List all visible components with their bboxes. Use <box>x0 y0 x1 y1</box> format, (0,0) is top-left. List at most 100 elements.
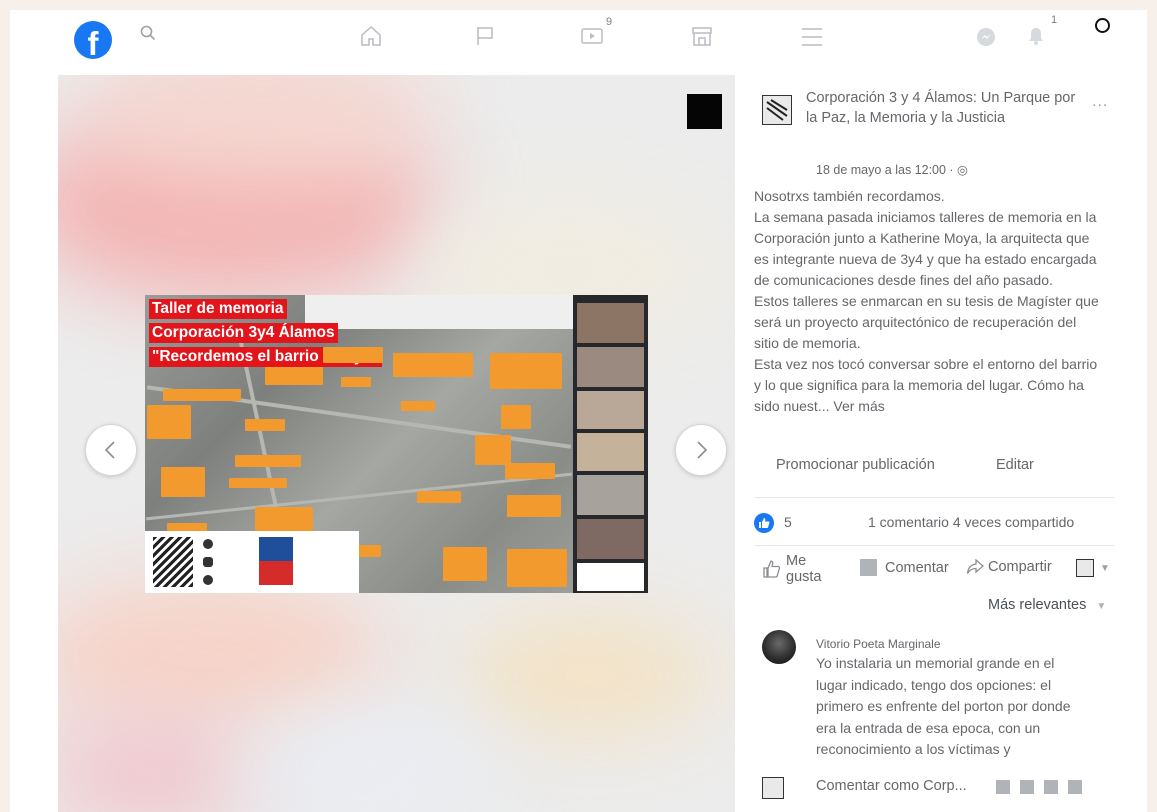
flag-icon[interactable] <box>473 24 497 53</box>
comment-icon <box>860 559 877 576</box>
map-label <box>507 495 561 517</box>
map-label <box>490 353 562 389</box>
like-button[interactable]: Me gusta <box>762 553 826 585</box>
marketplace-icon[interactable] <box>690 24 714 53</box>
like-reaction-icon[interactable] <box>754 513 774 533</box>
chevron-left-icon <box>104 441 115 459</box>
gif-icon[interactable] <box>1044 780 1058 794</box>
menu-icon[interactable] <box>800 26 824 53</box>
participant-video <box>577 347 644 387</box>
more-options-icon[interactable]: ... <box>1092 93 1108 111</box>
share-button[interactable]: Compartir <box>966 559 1052 575</box>
map-label <box>393 353 473 377</box>
post-text: Nosotrxs también recordamos. La semana p… <box>754 186 1099 417</box>
slide-logo-panel <box>145 531 359 593</box>
slide-title-line-1: Taller de memoria <box>149 299 287 319</box>
participant-video <box>577 391 644 429</box>
participant-video <box>577 433 644 471</box>
map-label <box>401 401 435 411</box>
watch-video-icon[interactable] <box>580 24 604 53</box>
app-frame: f 9 1 Taller de memoria Corporación 3y4 … <box>10 10 1147 812</box>
top-navigation-bar: f 9 1 <box>10 10 1147 74</box>
participant-video <box>577 519 644 559</box>
comment-label: Comentar <box>885 559 949 576</box>
post-paragraph: Estos talleres se enmarcan en su tesis d… <box>754 293 1099 351</box>
map-label <box>229 478 287 488</box>
emoji-icon[interactable] <box>996 780 1010 794</box>
page-mini-icon <box>1076 559 1094 577</box>
chevron-right-icon <box>697 441 708 459</box>
sticker-icon[interactable] <box>1068 780 1082 794</box>
corporacion-logo <box>153 537 193 587</box>
previous-photo-button[interactable] <box>85 424 137 476</box>
map-label <box>501 405 531 429</box>
reactions-summary: 5 1 comentario 4 veces compartido <box>754 512 1114 536</box>
messenger-icon[interactable] <box>976 27 996 52</box>
composer-page-avatar <box>762 777 784 799</box>
slide-title-line-2: Corporación 3y4 Álamos <box>149 323 338 343</box>
comment-composer[interactable]: Comentar como Corp... <box>762 775 1122 801</box>
page-avatar[interactable] <box>762 95 792 125</box>
post-paragraph: La semana pasada iniciamos talleres de m… <box>754 209 1097 288</box>
comment-sort-dropdown[interactable]: Más relevantes ▼ <box>988 597 1106 613</box>
map-label <box>235 455 301 467</box>
account-circle-icon[interactable] <box>1095 18 1110 33</box>
map-label <box>507 549 567 587</box>
blurred-background <box>238 705 498 812</box>
notifications-badge: 1 <box>1051 14 1058 26</box>
map-label <box>163 389 241 401</box>
camera-icon[interactable] <box>1020 780 1034 794</box>
post-author-name[interactable]: Corporación 3 y 4 Álamos: Un Parque por … <box>806 88 1086 128</box>
share-icon <box>966 559 984 574</box>
post-timestamp[interactable]: 18 de mayo a las 12:00 · ◎ <box>816 162 968 177</box>
search-icon[interactable] <box>140 25 156 46</box>
like-label: Me gusta <box>786 553 822 585</box>
home-icon[interactable] <box>359 24 383 53</box>
participant-video <box>577 475 644 515</box>
post-details-panel: Corporación 3 y 4 Álamos: Un Parque por … <box>740 75 1147 812</box>
map-label <box>475 435 511 465</box>
participant-video <box>577 303 644 343</box>
map-label <box>443 547 487 581</box>
comment-text: Yo instalaria un memorial grande en el l… <box>816 655 1071 757</box>
edit-post-link[interactable]: Editar <box>996 457 1034 473</box>
map-label <box>417 491 461 503</box>
map-label <box>147 405 191 439</box>
black-square <box>687 94 722 129</box>
commenter-name[interactable]: Vitorio Poeta Marginale <box>816 637 941 651</box>
divider <box>754 497 1114 498</box>
map-label <box>245 419 285 431</box>
social-icons <box>203 557 213 567</box>
chevron-down-icon: ▼ <box>1096 601 1107 612</box>
chevron-down-icon: ▼ <box>1100 562 1110 574</box>
sort-label: Más relevantes <box>988 597 1087 613</box>
thumbs-up-icon <box>763 560 781 578</box>
participant-video <box>577 563 644 591</box>
post-paragraph: Nosotrxs también recordamos. <box>754 188 945 204</box>
comment-input[interactable]: Comentar como Corp... <box>816 778 967 794</box>
post-as-selector[interactable]: ▼ <box>1076 559 1110 577</box>
blurred-background <box>458 615 718 735</box>
map-label <box>265 367 323 385</box>
map-label <box>505 463 555 479</box>
like-count[interactable]: 5 <box>784 514 792 530</box>
post-photo[interactable]: Taller de memoria Corporación 3y4 Álamos… <box>145 295 648 593</box>
map-label <box>341 377 371 387</box>
facebook-logo[interactable]: f <box>74 21 112 59</box>
promote-post-link[interactable]: Promocionar publicación <box>776 457 935 473</box>
photo-viewer: Taller de memoria Corporación 3y4 Álamos… <box>58 75 735 812</box>
government-logo <box>259 537 293 585</box>
social-icons <box>203 539 213 549</box>
post-paragraph: Esta vez nos tocó conversar sobre el ent… <box>754 356 1098 414</box>
comment-button[interactable]: Comentar <box>860 559 949 576</box>
divider <box>754 545 1114 546</box>
map-label <box>323 347 383 363</box>
post-actions: Me gusta Comentar Compartir ▼ <box>754 551 1114 593</box>
commenter-avatar[interactable] <box>762 630 796 664</box>
comment-share-stats[interactable]: 1 comentario 4 veces compartido <box>868 514 1074 530</box>
notifications-bell-icon[interactable] <box>1027 26 1045 51</box>
video-call-panel <box>573 295 648 593</box>
next-photo-button[interactable] <box>675 424 727 476</box>
share-label: Compartir <box>988 559 1052 575</box>
video-notification-badge: 9 <box>606 16 613 28</box>
